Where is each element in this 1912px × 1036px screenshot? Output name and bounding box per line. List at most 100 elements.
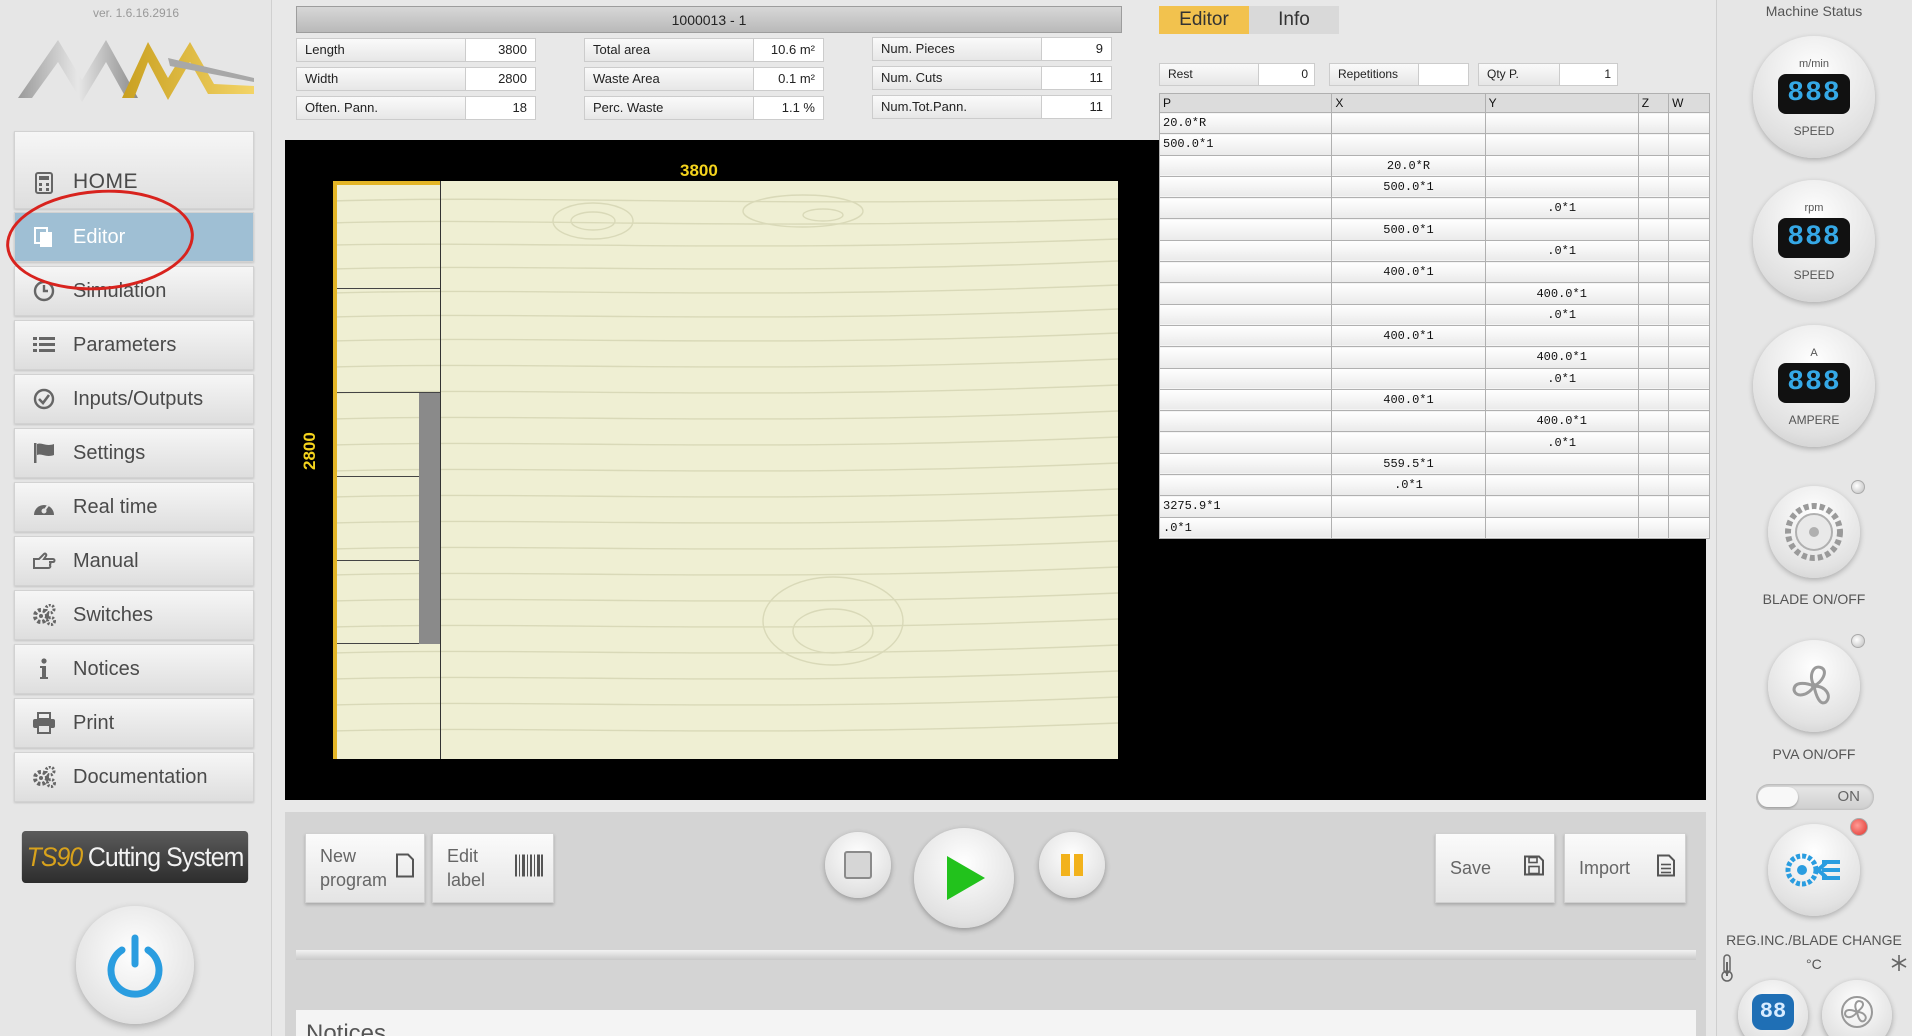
table-cell[interactable] bbox=[1331, 495, 1486, 518]
length-value[interactable]: 3800 bbox=[466, 38, 536, 62]
table-cell[interactable]: .0*1 bbox=[1331, 474, 1486, 497]
on-off-switch[interactable]: ON bbox=[1756, 784, 1874, 810]
table-cell[interactable]: .0*1 bbox=[1484, 303, 1639, 326]
table-cell[interactable] bbox=[1484, 474, 1639, 497]
table-cell[interactable] bbox=[1331, 239, 1486, 263]
table-cell[interactable] bbox=[1484, 452, 1639, 476]
table-cell[interactable] bbox=[1158, 154, 1333, 177]
table-cell[interactable] bbox=[1637, 303, 1670, 326]
table-cell[interactable] bbox=[1158, 324, 1333, 348]
table-cell[interactable]: 20.0*R bbox=[1158, 111, 1333, 135]
table-row[interactable]: .0*1 bbox=[1158, 516, 1710, 539]
often-pann-value[interactable]: 18 bbox=[466, 96, 536, 120]
table-cell[interactable] bbox=[1637, 388, 1670, 412]
table-cell[interactable] bbox=[1158, 410, 1333, 433]
table-cell[interactable]: .0*1 bbox=[1484, 367, 1639, 390]
table-cell[interactable] bbox=[1331, 197, 1486, 220]
table-row[interactable]: 400.0*1 bbox=[1158, 261, 1710, 284]
table-cell[interactable] bbox=[1158, 431, 1333, 454]
table-row[interactable]: 500.0*1 bbox=[1158, 218, 1710, 241]
sidebar-item-notices[interactable]: Notices bbox=[14, 644, 254, 694]
table-cell[interactable] bbox=[1668, 175, 1710, 199]
table-cell[interactable] bbox=[1637, 133, 1670, 156]
table-cell[interactable] bbox=[1668, 197, 1710, 220]
table-row[interactable]: 400.0*1 bbox=[1158, 282, 1710, 305]
table-cell[interactable] bbox=[1331, 516, 1486, 539]
table-row[interactable]: 400.0*1 bbox=[1158, 388, 1710, 412]
table-cell[interactable] bbox=[1637, 111, 1670, 135]
table-cell[interactable]: .0*1 bbox=[1484, 239, 1639, 263]
table-cell[interactable] bbox=[1637, 367, 1670, 390]
sidebar-item-parameters[interactable]: Parameters bbox=[14, 320, 254, 370]
table-cell[interactable] bbox=[1637, 239, 1670, 263]
table-row[interactable]: 20.0*R bbox=[1158, 111, 1710, 135]
edit-label-button[interactable]: Edit label bbox=[432, 833, 554, 903]
table-cell[interactable]: 400.0*1 bbox=[1331, 261, 1486, 284]
table-cell[interactable] bbox=[1668, 516, 1710, 539]
table-cell[interactable] bbox=[1158, 303, 1333, 326]
table-cell[interactable] bbox=[1668, 261, 1710, 284]
table-cell[interactable] bbox=[1668, 452, 1710, 476]
sidebar-item-manual[interactable]: Manual bbox=[14, 536, 254, 586]
table-cell[interactable]: 3275.9*1 bbox=[1158, 495, 1333, 518]
table-cell[interactable]: 400.0*1 bbox=[1484, 282, 1639, 305]
table-row[interactable]: 400.0*1 bbox=[1158, 410, 1710, 433]
table-cell[interactable]: 20.0*R bbox=[1331, 154, 1486, 177]
table-cell[interactable] bbox=[1484, 111, 1639, 135]
table-row[interactable]: 500.0*1 bbox=[1158, 175, 1710, 199]
table-cell[interactable] bbox=[1668, 282, 1710, 305]
table-cell[interactable] bbox=[1637, 346, 1670, 369]
panel-board[interactable] bbox=[333, 181, 1118, 759]
table-row[interactable]: 400.0*1 bbox=[1158, 324, 1710, 348]
table-cell[interactable] bbox=[1331, 410, 1486, 433]
table-cell[interactable] bbox=[1637, 261, 1670, 284]
table-cell[interactable] bbox=[1331, 367, 1486, 390]
table-cell[interactable]: 400.0*1 bbox=[1484, 346, 1639, 369]
table-cell[interactable] bbox=[1158, 218, 1333, 241]
table-cell[interactable] bbox=[1484, 324, 1639, 348]
table-cell[interactable] bbox=[1158, 346, 1333, 369]
table-cell[interactable] bbox=[1158, 474, 1333, 497]
table-cell[interactable] bbox=[1484, 218, 1639, 241]
table-cell[interactable]: 500.0*1 bbox=[1331, 218, 1486, 241]
table-cell[interactable] bbox=[1668, 133, 1710, 156]
sidebar-item-editor[interactable]: Editor bbox=[14, 212, 254, 262]
power-button[interactable] bbox=[76, 906, 194, 1024]
rest-value[interactable]: 0 bbox=[1259, 63, 1315, 86]
table-cell[interactable]: 500.0*1 bbox=[1331, 175, 1486, 199]
table-cell[interactable] bbox=[1637, 452, 1670, 476]
start-button[interactable] bbox=[914, 828, 1014, 928]
sidebar-item-documentation[interactable]: Documentation bbox=[14, 752, 254, 802]
table-row[interactable]: .0*1 bbox=[1158, 474, 1710, 497]
tab-info[interactable]: Info bbox=[1249, 6, 1339, 34]
table-cell[interactable] bbox=[1331, 431, 1486, 454]
qty-value[interactable]: 1 bbox=[1560, 63, 1618, 86]
table-cell[interactable] bbox=[1637, 495, 1670, 518]
table-row[interactable]: 500.0*1 bbox=[1158, 133, 1710, 156]
sidebar-item-settings[interactable]: Settings bbox=[14, 428, 254, 478]
table-cell[interactable]: 559.5*1 bbox=[1331, 452, 1486, 476]
blade-toggle-button[interactable] bbox=[1768, 486, 1860, 578]
sidebar-item-simulation[interactable]: Simulation bbox=[14, 266, 254, 316]
table-cell[interactable] bbox=[1668, 111, 1710, 135]
pva-toggle-button[interactable] bbox=[1768, 640, 1860, 732]
repetitions-value[interactable] bbox=[1419, 63, 1469, 86]
table-cell[interactable] bbox=[1331, 111, 1486, 135]
table-cell[interactable] bbox=[1668, 303, 1710, 326]
table-cell[interactable] bbox=[1158, 388, 1333, 412]
tab-editor[interactable]: Editor bbox=[1159, 6, 1249, 34]
sidebar-item-real-time[interactable]: Real time bbox=[14, 482, 254, 532]
table-row[interactable]: 20.0*R bbox=[1158, 154, 1710, 177]
table-cell[interactable] bbox=[1158, 367, 1333, 390]
table-cell[interactable] bbox=[1637, 154, 1670, 177]
table-cell[interactable]: 400.0*1 bbox=[1484, 410, 1639, 433]
table-cell[interactable] bbox=[1158, 282, 1333, 305]
table-cell[interactable] bbox=[1668, 410, 1710, 433]
table-cell[interactable]: .0*1 bbox=[1158, 516, 1333, 539]
table-cell[interactable] bbox=[1668, 367, 1710, 390]
table-cell[interactable]: 500.0*1 bbox=[1158, 133, 1333, 156]
table-row[interactable]: .0*1 bbox=[1158, 197, 1710, 220]
table-cell[interactable] bbox=[1668, 346, 1710, 369]
table-row[interactable]: 559.5*1 bbox=[1158, 452, 1710, 476]
table-cell[interactable] bbox=[1484, 175, 1639, 199]
